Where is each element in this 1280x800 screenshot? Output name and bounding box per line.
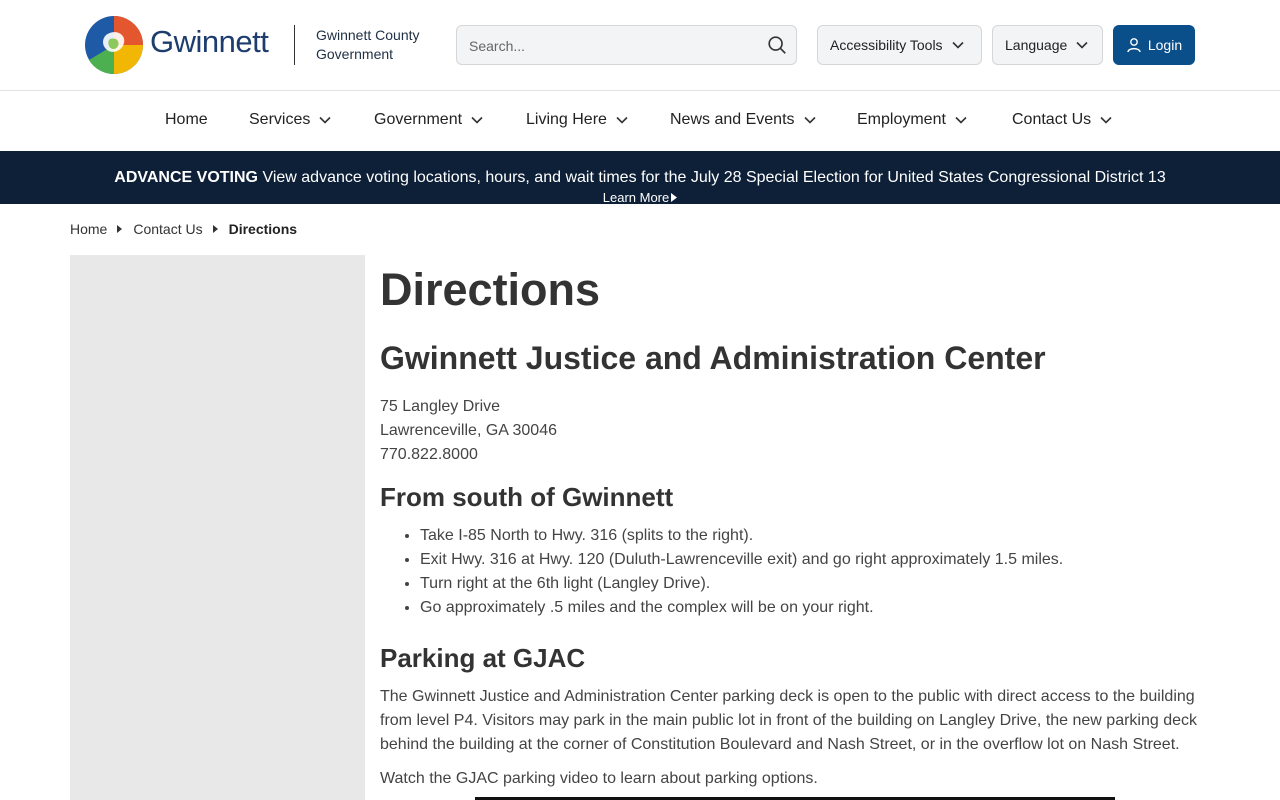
nav-item-employment[interactable]: Employment bbox=[857, 111, 968, 129]
language-label: Language bbox=[1005, 37, 1068, 53]
alert-learn-more-link[interactable]: Learn More bbox=[0, 191, 1280, 204]
breadcrumb-item-home[interactable]: Home bbox=[70, 221, 107, 237]
nav-item-label: Services bbox=[249, 111, 311, 128]
accessibility-tools-label: Accessibility Tools bbox=[830, 37, 943, 53]
chevron-down-icon bbox=[616, 116, 628, 124]
brand-subtitle: Gwinnett County Government bbox=[316, 26, 420, 64]
search-box bbox=[456, 25, 797, 65]
nav-item-label: Living Here bbox=[526, 111, 607, 128]
caret-right-icon bbox=[117, 225, 123, 233]
language-button[interactable]: Language bbox=[992, 25, 1103, 65]
accessibility-tools-button[interactable]: Accessibility Tools bbox=[817, 25, 982, 65]
nav-item-label: Home bbox=[165, 111, 208, 128]
nav-item-label: Contact Us bbox=[1012, 111, 1092, 128]
nav-item-services[interactable]: Services bbox=[249, 111, 332, 129]
sidebar-panel bbox=[70, 255, 365, 800]
chevron-down-icon bbox=[471, 116, 483, 124]
search-icon[interactable] bbox=[766, 34, 788, 56]
breadcrumb-item-contact-us[interactable]: Contact Us bbox=[133, 221, 202, 237]
list-item: Go approximately .5 miles and the comple… bbox=[420, 596, 1200, 620]
nav-item-living-here[interactable]: Living Here bbox=[526, 111, 629, 129]
user-icon bbox=[1127, 38, 1141, 53]
address-line2: Lawrenceville, GA 30046 bbox=[380, 422, 557, 439]
address-block: 75 Langley Drive Lawrenceville, GA 30046… bbox=[380, 395, 1200, 467]
gwinnett-logo-icon[interactable] bbox=[84, 15, 144, 75]
alert-text: View advance voting locations, hours, an… bbox=[262, 169, 1166, 186]
list-item: Take I-85 North to Hwy. 316 (splits to t… bbox=[420, 524, 1200, 548]
login-label: Login bbox=[1147, 37, 1183, 53]
main-nav: Home Services Government Living Here New… bbox=[0, 91, 1280, 151]
parking-text: The Gwinnett Justice and Administration … bbox=[380, 688, 1198, 753]
alert-message[interactable]: ADVANCE VOTING View advance voting locat… bbox=[0, 169, 1280, 187]
nav-item-home[interactable]: Home bbox=[165, 111, 208, 129]
list-item: Turn right at the 6th light (Langley Dri… bbox=[420, 572, 1200, 596]
brand-divider bbox=[294, 25, 295, 65]
main-content: Directions Gwinnett Justice and Administ… bbox=[380, 262, 1200, 791]
nav-item-government[interactable]: Government bbox=[374, 111, 484, 129]
nav-item-label: Employment bbox=[857, 111, 946, 128]
center-title: Gwinnett Justice and Administration Cent… bbox=[380, 340, 1046, 376]
brand-name[interactable]: Gwinnett bbox=[150, 24, 269, 60]
brand-subtitle-line1: Gwinnett County bbox=[316, 27, 420, 43]
nav-item-news-and-events[interactable]: News and Events bbox=[670, 111, 817, 129]
parking-title: Parking at GJAC bbox=[380, 643, 586, 673]
nav-item-label: News and Events bbox=[670, 111, 795, 128]
nav-item-contact-us[interactable]: Contact Us bbox=[1012, 111, 1113, 129]
alert-strong: ADVANCE VOTING bbox=[114, 169, 258, 186]
caret-right-icon bbox=[671, 193, 678, 202]
search-input[interactable] bbox=[469, 35, 759, 57]
login-button[interactable]: Login bbox=[1113, 25, 1195, 65]
parking-video-text: Watch the GJAC parking video to learn ab… bbox=[380, 770, 818, 787]
brand-subtitle-line2: Government bbox=[316, 46, 394, 62]
breadcrumb: Home Contact Us Directions bbox=[70, 221, 297, 237]
address-line1: 75 Langley Drive bbox=[380, 398, 501, 415]
chevron-down-icon bbox=[1076, 41, 1088, 49]
south-directions-title: From south of Gwinnett bbox=[380, 482, 674, 512]
caret-right-icon bbox=[212, 225, 218, 233]
list-item: Exit Hwy. 316 at Hwy. 120 (Duluth-Lawren… bbox=[420, 548, 1200, 572]
chevron-down-icon bbox=[319, 116, 331, 124]
page-title: Directions bbox=[380, 264, 601, 315]
chevron-down-icon bbox=[1100, 116, 1112, 124]
nav-item-label: Government bbox=[374, 111, 463, 128]
breadcrumb-item-directions: Directions bbox=[228, 221, 298, 237]
alert-banner: ADVANCE VOTING View advance voting locat… bbox=[0, 151, 1280, 204]
phone-number[interactable]: 770.822.8000 bbox=[380, 443, 1200, 467]
chevron-down-icon bbox=[803, 116, 816, 124]
south-directions-list: Take I-85 North to Hwy. 316 (splits to t… bbox=[380, 524, 1200, 620]
chevron-down-icon bbox=[955, 116, 967, 124]
chevron-down-icon bbox=[951, 41, 964, 49]
alert-learn-more-label: Learn More bbox=[602, 190, 670, 205]
site-header: Gwinnett Gwinnett County Government Acce… bbox=[0, 0, 1280, 91]
